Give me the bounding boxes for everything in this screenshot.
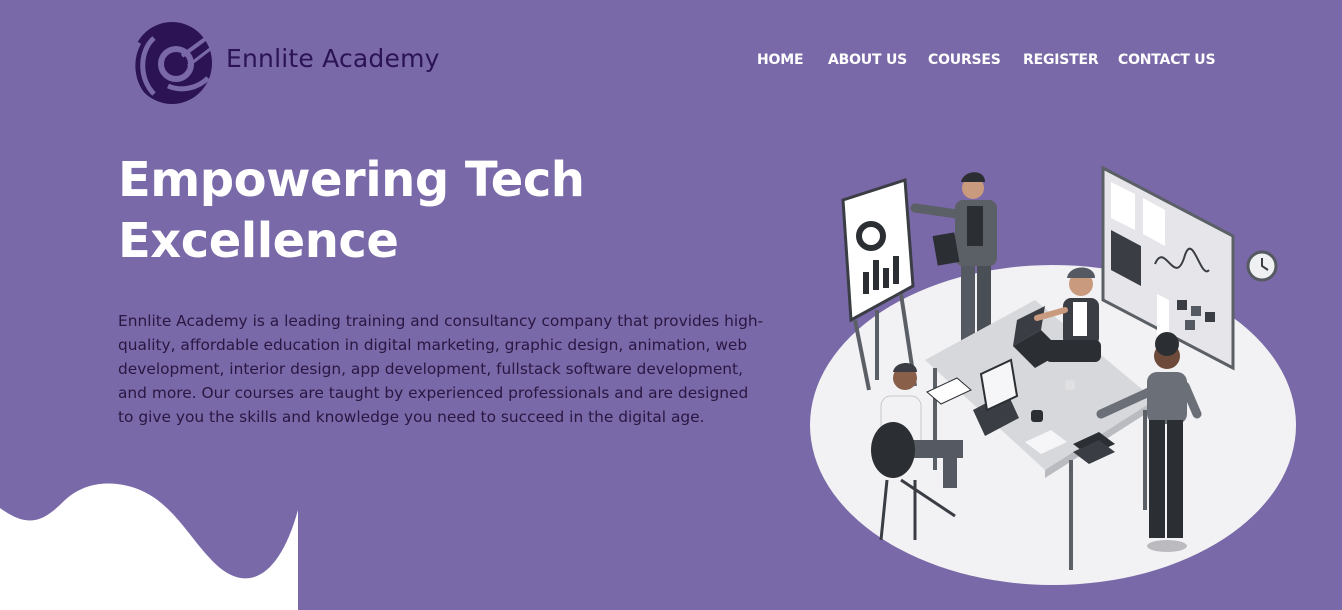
nav-courses[interactable]: COURSES: [928, 52, 1001, 68]
nav-register[interactable]: REGISTER: [1023, 52, 1099, 68]
hero-title-line1: Empowering Tech: [118, 152, 585, 208]
hero-title-line2: Excellence: [118, 213, 399, 269]
nav-home[interactable]: HOME: [757, 52, 804, 68]
hero-title: Empowering Tech Excellence: [118, 150, 678, 272]
nav-contact-us[interactable]: CONTACT US: [1118, 52, 1216, 68]
hero-description: Ennlite Academy is a leading training an…: [118, 312, 764, 426]
decorative-wave: [0, 483, 298, 610]
main-nav: HOME ABOUT US COURSES REGISTER CONTACT U…: [0, 52, 1342, 72]
nav-about-us[interactable]: ABOUT US: [828, 52, 907, 68]
team-meeting-illustration: [810, 165, 1296, 585]
